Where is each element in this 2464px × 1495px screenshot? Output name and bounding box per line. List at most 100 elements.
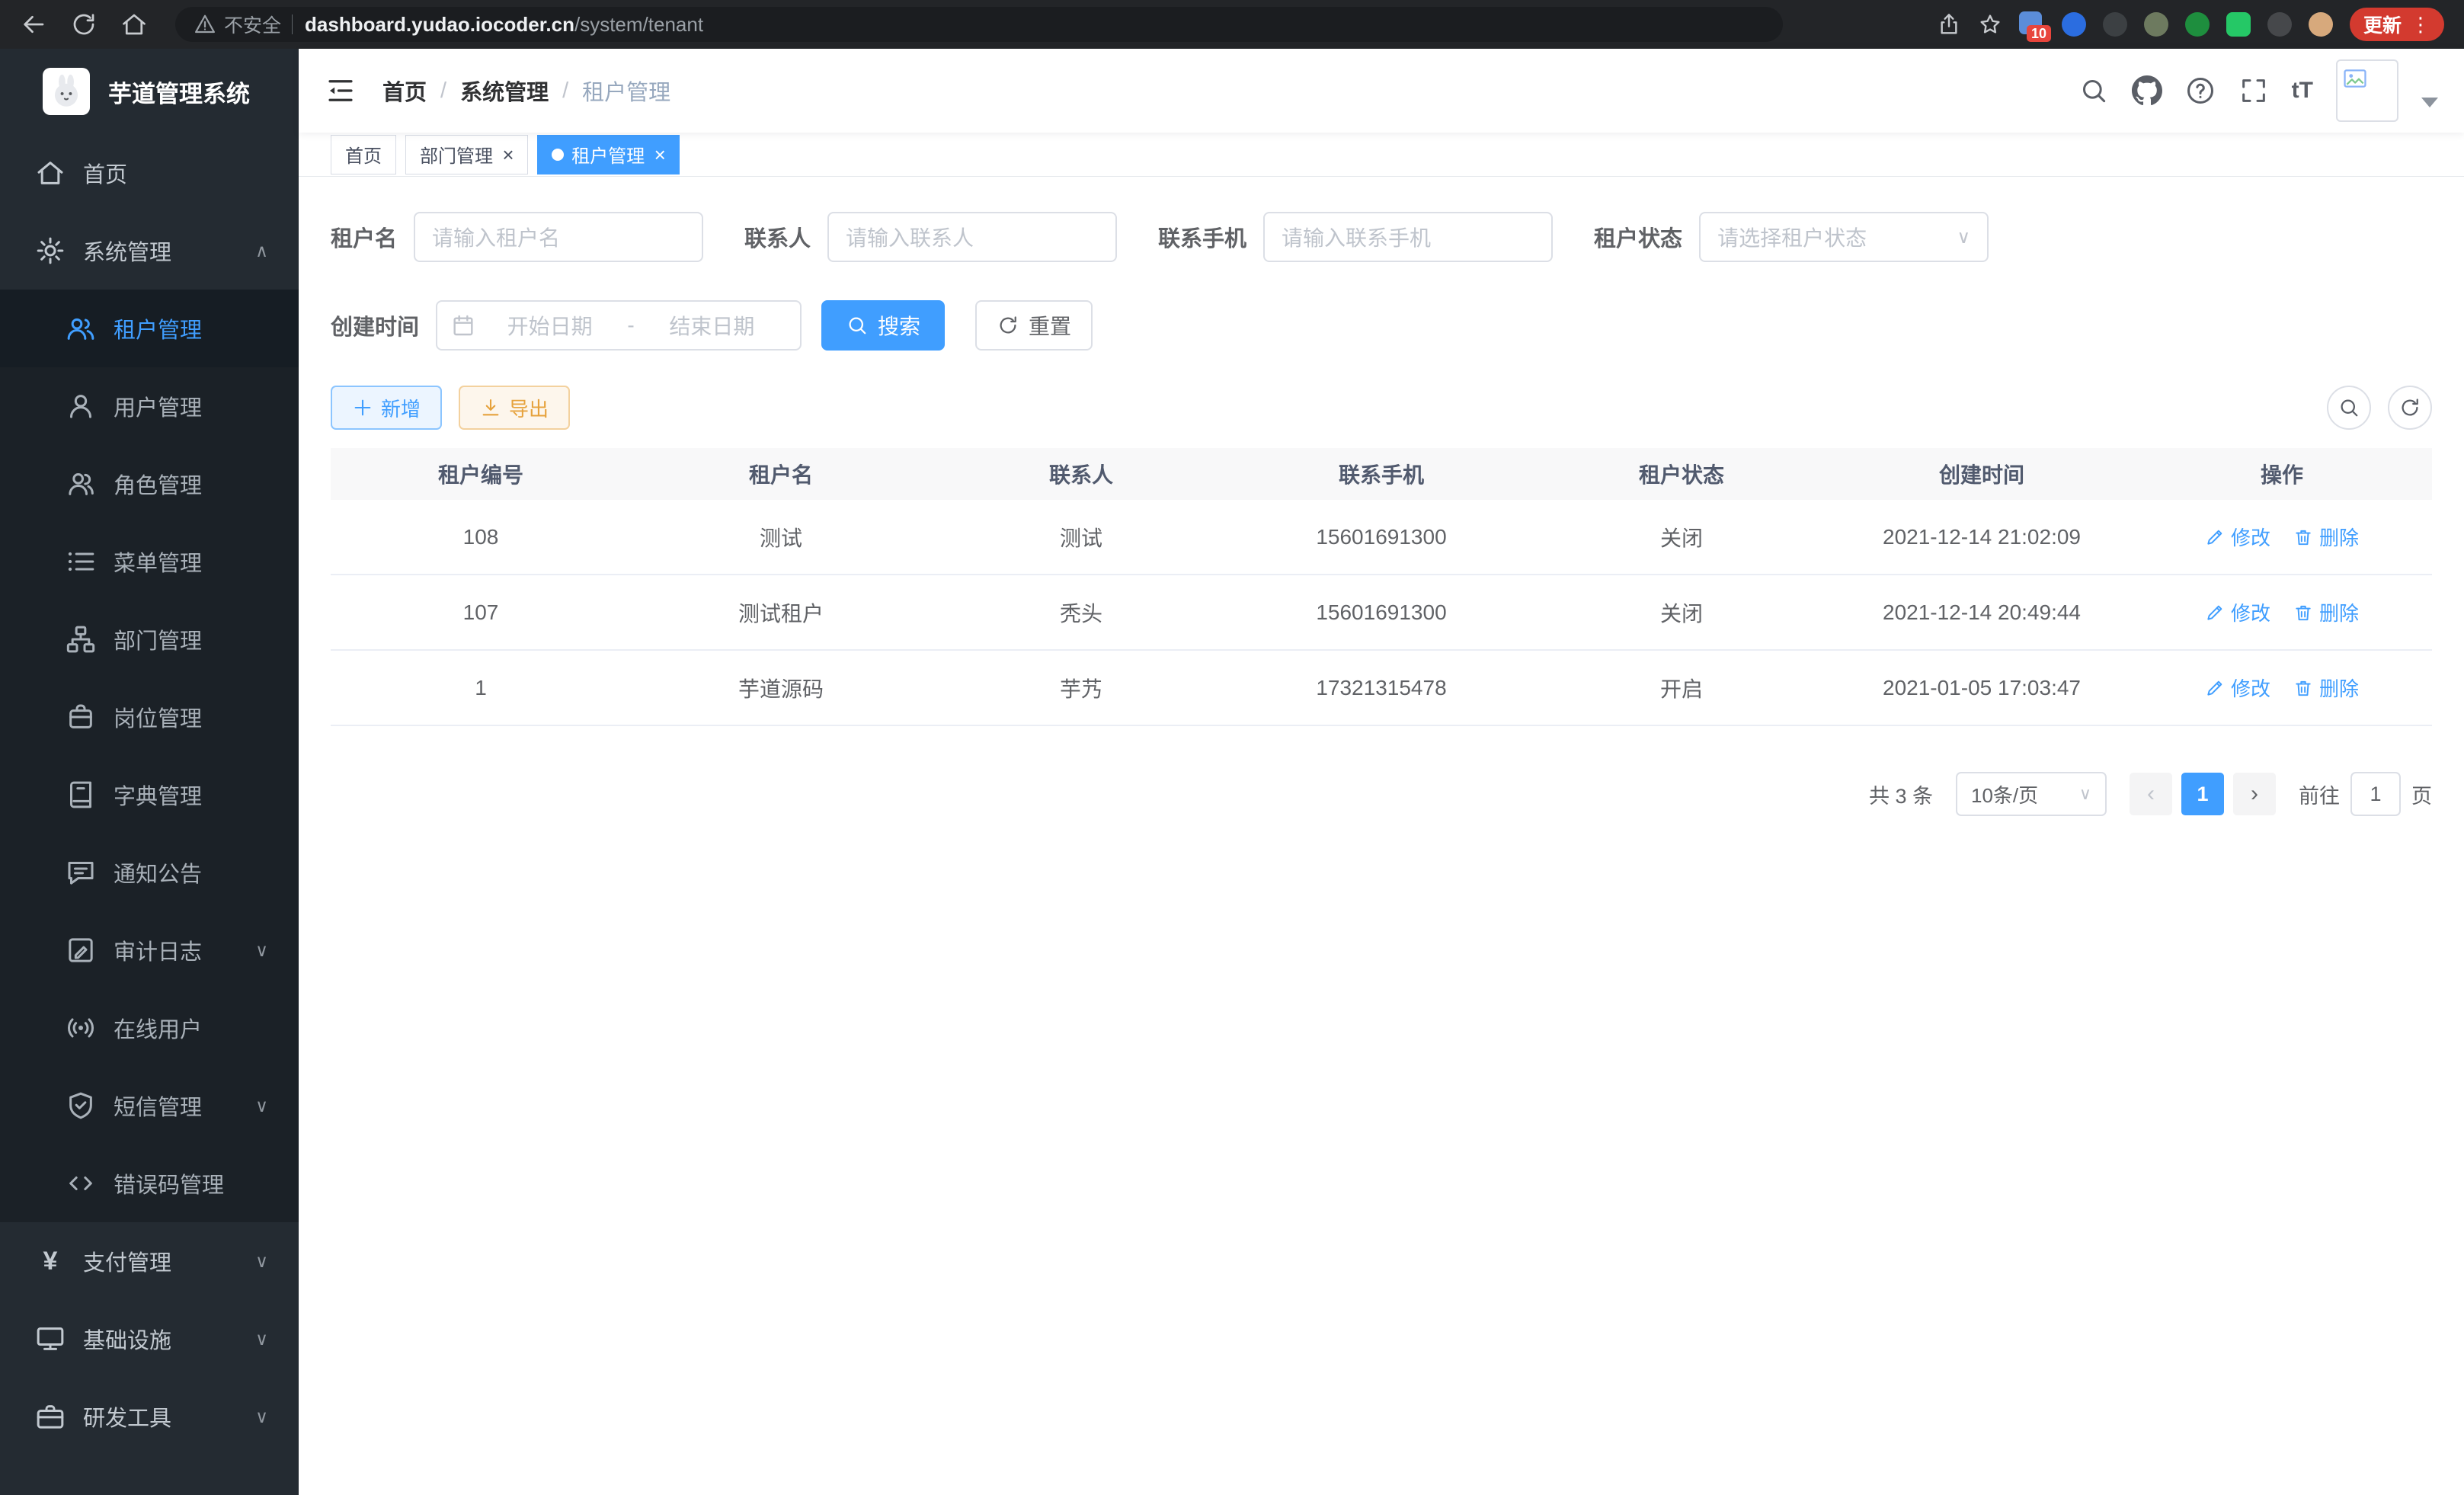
- help-icon[interactable]: [2185, 75, 2216, 106]
- breadcrumb-separator: /: [440, 78, 446, 104]
- omnibox-divider: [292, 14, 293, 34]
- update-button[interactable]: 更新 ⋮: [2350, 8, 2444, 41]
- url-domain: dashboard.yudao.iocoder.cn: [305, 13, 574, 37]
- next-page-button[interactable]: ›: [2233, 773, 2276, 815]
- user-icon: [66, 391, 96, 421]
- export-button[interactable]: 导出: [459, 386, 570, 430]
- navbar-actions: tT: [2078, 59, 2438, 122]
- refresh-table-button[interactable]: [2388, 386, 2432, 430]
- sidebar-item[interactable]: ¥ 支付管理 ∨: [0, 1222, 299, 1300]
- extension-icon[interactable]: [2103, 12, 2127, 37]
- sidebar-item[interactable]: 岗位管理: [0, 678, 299, 756]
- extension-icon[interactable]: [2226, 12, 2251, 37]
- app-logo[interactable]: 芋道管理系统: [0, 49, 299, 134]
- breadcrumb-home[interactable]: 首页: [382, 75, 427, 107]
- table-header-cell: 操作: [2132, 448, 2432, 500]
- goto-label: 前往: [2299, 780, 2340, 809]
- search-icon[interactable]: [2078, 75, 2109, 106]
- form-input[interactable]: 请输入联系手机 ∨: [1263, 212, 1553, 262]
- sidebar-item[interactable]: 用户管理: [0, 367, 299, 445]
- chevron-icon: ∨: [255, 1251, 268, 1272]
- errcode-icon: [66, 1168, 96, 1199]
- edit-link[interactable]: 修改: [2205, 598, 2270, 626]
- page-number-button[interactable]: 1: [2181, 773, 2224, 815]
- table-row: 107 测试租户 秃头 15601691300 关闭 2021-12-14 20…: [331, 575, 2432, 651]
- extension-icon[interactable]: 10: [2019, 11, 2045, 37]
- form-input[interactable]: 请选择租户状态 ∨: [1699, 212, 1989, 262]
- bookmark-star-icon[interactable]: [1978, 12, 2002, 37]
- chevron-down-icon[interactable]: [2421, 98, 2438, 107]
- tag[interactable]: 租户管理 ×: [537, 135, 680, 174]
- delete-link[interactable]: 删除: [2293, 674, 2359, 702]
- edit-link[interactable]: 修改: [2205, 523, 2270, 551]
- extension-badge: 10: [2027, 25, 2051, 42]
- app-title: 芋道管理系统: [108, 75, 250, 109]
- table-header: 租户编号租户名联系人联系手机租户状态创建时间操作: [331, 448, 2432, 500]
- user-avatar[interactable]: [2336, 59, 2398, 122]
- add-button[interactable]: 新增: [331, 386, 442, 430]
- form-label: 联系人: [744, 221, 811, 253]
- delete-link[interactable]: 删除: [2293, 598, 2359, 626]
- form-input[interactable]: 请输入租户名 ∨: [414, 212, 703, 262]
- profile-avatar-icon[interactable]: [2309, 12, 2333, 37]
- tags-view: 首页 × 部门管理 × 租户管理 ×: [299, 133, 2464, 177]
- edit-link[interactable]: 修改: [2205, 674, 2270, 702]
- search-form: 租户名 请输入租户名 ∨ 联系人 请输入联系人 ∨: [331, 212, 2432, 262]
- extension-icon[interactable]: [2185, 12, 2210, 37]
- tag-close-icon[interactable]: ×: [654, 145, 665, 165]
- extensions-puzzle-icon[interactable]: [2267, 12, 2292, 37]
- sidebar-item[interactable]: 字典管理: [0, 756, 299, 834]
- sms-icon: [66, 1090, 96, 1121]
- delete-link[interactable]: 删除: [2293, 523, 2359, 551]
- cell-operations: 修改 删除: [2132, 575, 2432, 649]
- address-bar[interactable]: 不安全 dashboard.yudao.iocoder.cn /system/t…: [175, 7, 1783, 42]
- sidebar-item[interactable]: 角色管理: [0, 445, 299, 523]
- github-icon[interactable]: [2132, 75, 2162, 106]
- sidebar-toggle-icon[interactable]: [325, 75, 357, 107]
- sidebar-item[interactable]: 基础设施 ∨: [0, 1300, 299, 1378]
- sidebar-item[interactable]: 租户管理: [0, 290, 299, 367]
- font-size-icon[interactable]: tT: [2292, 75, 2313, 106]
- reset-button[interactable]: 重置: [975, 300, 1093, 351]
- tag[interactable]: 首页 ×: [331, 135, 396, 174]
- cell-operations: 修改 删除: [2132, 500, 2432, 574]
- back-icon[interactable]: [20, 11, 47, 38]
- breadcrumb-system[interactable]: 系统管理: [460, 75, 549, 107]
- cell-tenant-id: 107: [331, 575, 631, 649]
- form-label: 创建时间: [331, 309, 419, 341]
- sidebar-item[interactable]: 系统管理 ∧: [0, 212, 299, 290]
- extension-icon[interactable]: [2144, 12, 2168, 37]
- chevron-icon: ∨: [255, 1096, 268, 1116]
- sidebar-item[interactable]: 研发工具 ∨: [0, 1378, 299, 1455]
- sidebar-item[interactable]: 审计日志 ∨: [0, 911, 299, 989]
- tag-close-icon[interactable]: ×: [502, 145, 514, 165]
- date-range-picker[interactable]: 开始日期 - 结束日期: [436, 300, 802, 351]
- menu-dots-icon: ⋮: [2411, 13, 2430, 37]
- sidebar-item[interactable]: 通知公告: [0, 834, 299, 911]
- breadcrumb-separator: /: [562, 78, 568, 104]
- cell-contact: 秃头: [931, 575, 1231, 649]
- goto-page-input[interactable]: [2350, 772, 2401, 816]
- notice-icon: [66, 857, 96, 888]
- search-button[interactable]: 搜索: [821, 300, 945, 351]
- sidebar-item[interactable]: 错误码管理: [0, 1144, 299, 1222]
- prev-page-button[interactable]: ‹: [2130, 773, 2172, 815]
- sidebar-item[interactable]: 首页: [0, 134, 299, 212]
- sidebar-item[interactable]: 菜单管理: [0, 523, 299, 600]
- cell-mobile: 15601691300: [1231, 500, 1531, 574]
- form-label: 联系手机: [1158, 221, 1246, 253]
- sidebar-item[interactable]: 部门管理: [0, 600, 299, 678]
- toggle-search-button[interactable]: [2327, 386, 2371, 430]
- page-size-select[interactable]: 10条/页 ∨: [1956, 772, 2107, 816]
- share-icon[interactable]: [1937, 12, 1961, 37]
- reload-icon[interactable]: [70, 11, 98, 38]
- sidebar-item[interactable]: 在线用户: [0, 989, 299, 1067]
- form-input[interactable]: 请输入联系人 ∨: [827, 212, 1117, 262]
- extension-icon[interactable]: [2062, 12, 2086, 37]
- fullscreen-icon[interactable]: [2238, 75, 2269, 106]
- sidebar-item[interactable]: 短信管理 ∨: [0, 1067, 299, 1144]
- home-icon[interactable]: [120, 11, 148, 38]
- menu-icon: [66, 546, 96, 577]
- tag[interactable]: 部门管理 ×: [405, 135, 528, 174]
- infra-icon: [35, 1324, 66, 1354]
